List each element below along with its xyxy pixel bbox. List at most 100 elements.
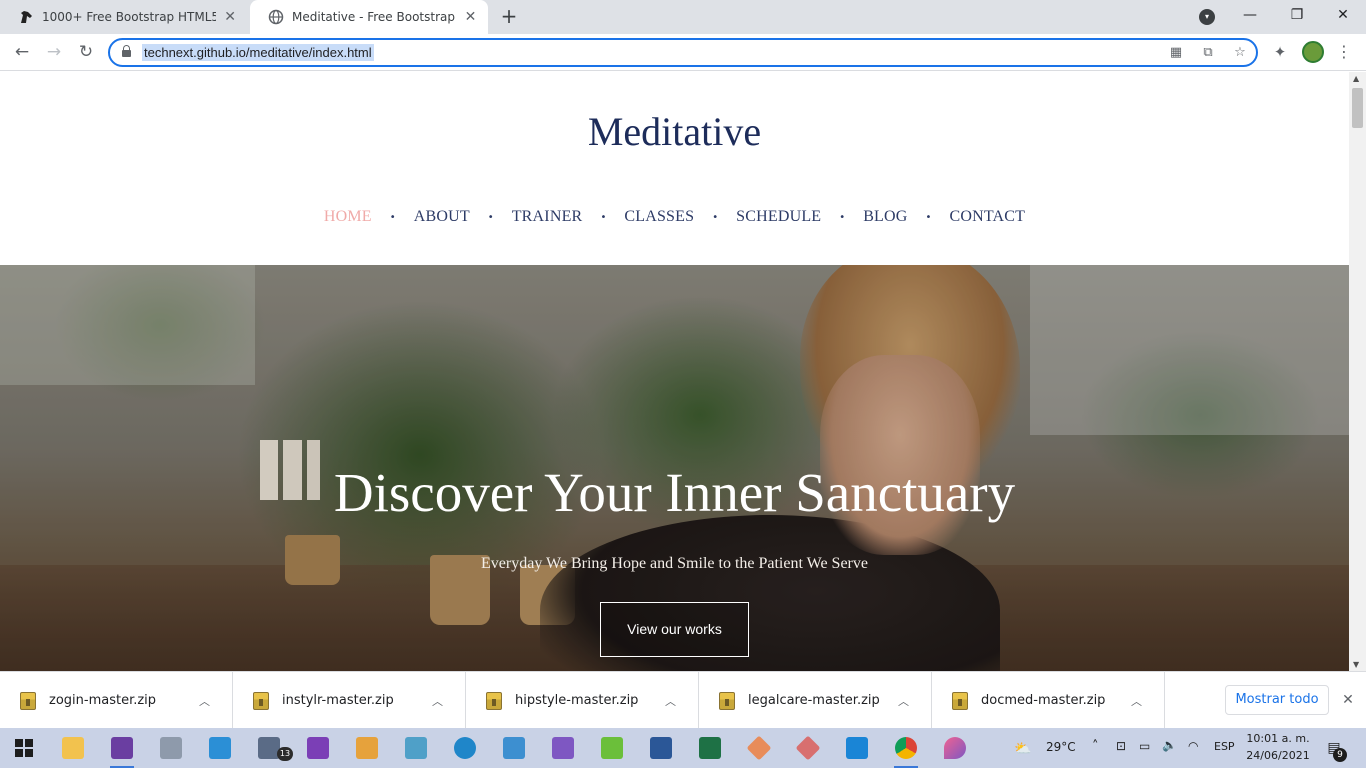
system-clock[interactable]: 10:01 a. m. 24/06/2021	[1246, 730, 1310, 764]
nav-home[interactable]: HOME	[324, 208, 372, 226]
weather-icon[interactable]: ⛅	[1014, 741, 1031, 757]
download-filename: zogin-master.zip	[49, 693, 157, 708]
tab-label: 1000+ Free Bootstrap HTML5 CS	[42, 10, 217, 24]
restore-icon[interactable]: ❐	[1275, 0, 1319, 32]
wifi-icon[interactable]: ◠	[1188, 739, 1198, 753]
start-button[interactable]	[4, 732, 44, 764]
hero-image: Discover Your Inner Sanctuary Everyday W…	[0, 265, 1349, 671]
download-filename: legalcare-master.zip	[748, 693, 880, 708]
close-tab-icon[interactable]: ✕	[222, 9, 238, 25]
vscode-icon[interactable]	[837, 732, 877, 764]
app-window-icon[interactable]	[347, 732, 387, 764]
new-tab-button[interactable]: +	[498, 5, 520, 27]
download-item[interactable]: zogin-master.zip ︿	[0, 672, 233, 729]
chevron-up-icon[interactable]: ˄	[1092, 739, 1099, 754]
intellij-icon[interactable]	[200, 732, 240, 764]
download-filename: instylr-master.zip	[282, 693, 394, 708]
nav-classes[interactable]: CLASSES	[624, 208, 694, 226]
lock-icon[interactable]	[122, 45, 131, 57]
zip-file-icon	[20, 691, 36, 710]
nav-schedule[interactable]: SCHEDULE	[736, 208, 821, 226]
clock-date: 24/06/2021	[1246, 749, 1310, 762]
browser-tab-2[interactable]: Meditative - Free Bootstrap 4 Ter ✕	[250, 0, 488, 34]
view-works-button[interactable]: View our works	[600, 602, 749, 657]
zip-file-icon	[952, 691, 968, 710]
chrome-icon[interactable]	[886, 732, 926, 768]
url-text[interactable]: technext.github.io/meditative/index.html	[142, 44, 374, 61]
tools-app-icon[interactable]	[151, 732, 191, 764]
close-download-bar-icon[interactable]: ✕	[1338, 690, 1358, 710]
page-scrollbar[interactable]: ▲ ▼	[1349, 72, 1366, 671]
reload-icon[interactable]: ↻	[74, 40, 98, 64]
nav-separator: •	[925, 211, 932, 223]
visual-studio-3-icon[interactable]	[543, 732, 583, 764]
visual-studio-icon[interactable]	[102, 732, 142, 768]
drop-app-icon[interactable]	[935, 732, 975, 764]
zip-file-icon	[486, 691, 502, 710]
browser-toolbar: ← → ↻ technext.github.io/meditative/inde…	[0, 34, 1366, 71]
weather-temp[interactable]: 29°C	[1046, 740, 1076, 754]
chevron-up-icon[interactable]: ︿	[1131, 693, 1142, 709]
scroll-thumb[interactable]	[1352, 88, 1363, 128]
chevron-up-icon[interactable]: ︿	[432, 693, 443, 709]
paint-3d-icon[interactable]	[396, 732, 436, 764]
close-tab-icon[interactable]: ✕	[463, 9, 478, 25]
forward-icon[interactable]: →	[42, 40, 66, 64]
nav-separator: •	[487, 211, 494, 223]
diamond-app-2-icon[interactable]	[788, 732, 828, 764]
scroll-up-icon[interactable]: ▲	[1353, 74, 1359, 83]
chevron-up-icon[interactable]: ︿	[665, 693, 676, 709]
back-icon[interactable]: ←	[10, 40, 34, 64]
globe-icon	[268, 9, 284, 25]
address-bar[interactable]: technext.github.io/meditative/index.html…	[108, 38, 1258, 67]
nav-blog[interactable]: BLOG	[863, 208, 907, 226]
nav-about[interactable]: ABOUT	[414, 208, 470, 226]
chevron-up-icon[interactable]: ︿	[898, 693, 909, 709]
zip-file-icon	[719, 691, 735, 710]
edge-icon[interactable]	[445, 732, 485, 764]
download-item[interactable]: instylr-master.zip ︿	[233, 672, 466, 729]
battery-icon[interactable]: ▭	[1139, 739, 1150, 753]
horse-icon	[18, 9, 34, 25]
page-viewport: Meditative HOME • ABOUT • TRAINER • CLAS…	[0, 72, 1349, 671]
language-indicator[interactable]: ESP	[1214, 740, 1235, 753]
nav-separator: •	[712, 211, 719, 223]
site-title[interactable]: Meditative	[0, 108, 1349, 155]
close-window-icon[interactable]: ✕	[1321, 0, 1365, 32]
extensions-icon[interactable]: ✦	[1270, 42, 1290, 62]
zip-file-icon	[253, 691, 269, 710]
download-item[interactable]: docmed-master.zip ︿	[932, 672, 1165, 729]
network-adapter-icon[interactable]: ⊡	[1116, 739, 1126, 753]
files-app-icon[interactable]	[494, 732, 534, 764]
nav-trainer[interactable]: TRAINER	[512, 208, 583, 226]
scroll-down-icon[interactable]: ▼	[1353, 660, 1359, 669]
download-item[interactable]: legalcare-master.zip ︿	[699, 672, 932, 729]
notification-badge: 9	[1333, 748, 1347, 762]
tab-strip: 1000+ Free Bootstrap HTML5 CS ✕ Meditati…	[0, 0, 1366, 34]
bookmark-star-icon[interactable]: ☆	[1231, 44, 1249, 62]
download-filename: docmed-master.zip	[981, 693, 1106, 708]
chevron-up-icon[interactable]: ︿	[199, 693, 210, 709]
menu-icon[interactable]: ⋮	[1334, 41, 1354, 63]
translate-icon[interactable]: ⧉	[1199, 44, 1217, 62]
minimize-icon[interactable]: —	[1228, 0, 1272, 32]
sync-app-icon[interactable]	[592, 732, 632, 764]
download-item[interactable]: hipstyle-master.zip ︿	[466, 672, 699, 729]
nav-separator: •	[600, 211, 607, 223]
mail-badge: 13	[277, 747, 293, 761]
tab-search-icon[interactable]: ▾	[1199, 9, 1215, 25]
nav-separator: •	[839, 211, 846, 223]
tab-label: Meditative - Free Bootstrap 4 Ter	[292, 10, 457, 24]
visual-studio-2-icon[interactable]	[298, 732, 338, 764]
browser-tab-1[interactable]: 1000+ Free Bootstrap HTML5 CS ✕	[0, 0, 248, 34]
volume-icon[interactable]: 🔈	[1162, 738, 1177, 752]
excel-icon[interactable]	[690, 732, 730, 764]
profile-avatar[interactable]	[1302, 41, 1324, 63]
word-icon[interactable]	[641, 732, 681, 764]
nav-contact[interactable]: CONTACT	[949, 208, 1025, 226]
file-explorer-icon[interactable]	[53, 732, 93, 764]
windows-taskbar: ⛅ 29°C ˄ ⊡ ▭ 🔈 ◠ ESP 10:01 a. m. 24/06/2…	[0, 728, 1366, 768]
show-all-downloads-button[interactable]: Mostrar todo	[1225, 685, 1329, 715]
diamond-app-icon[interactable]	[739, 732, 779, 764]
qr-code-icon[interactable]: ▦	[1167, 44, 1185, 62]
